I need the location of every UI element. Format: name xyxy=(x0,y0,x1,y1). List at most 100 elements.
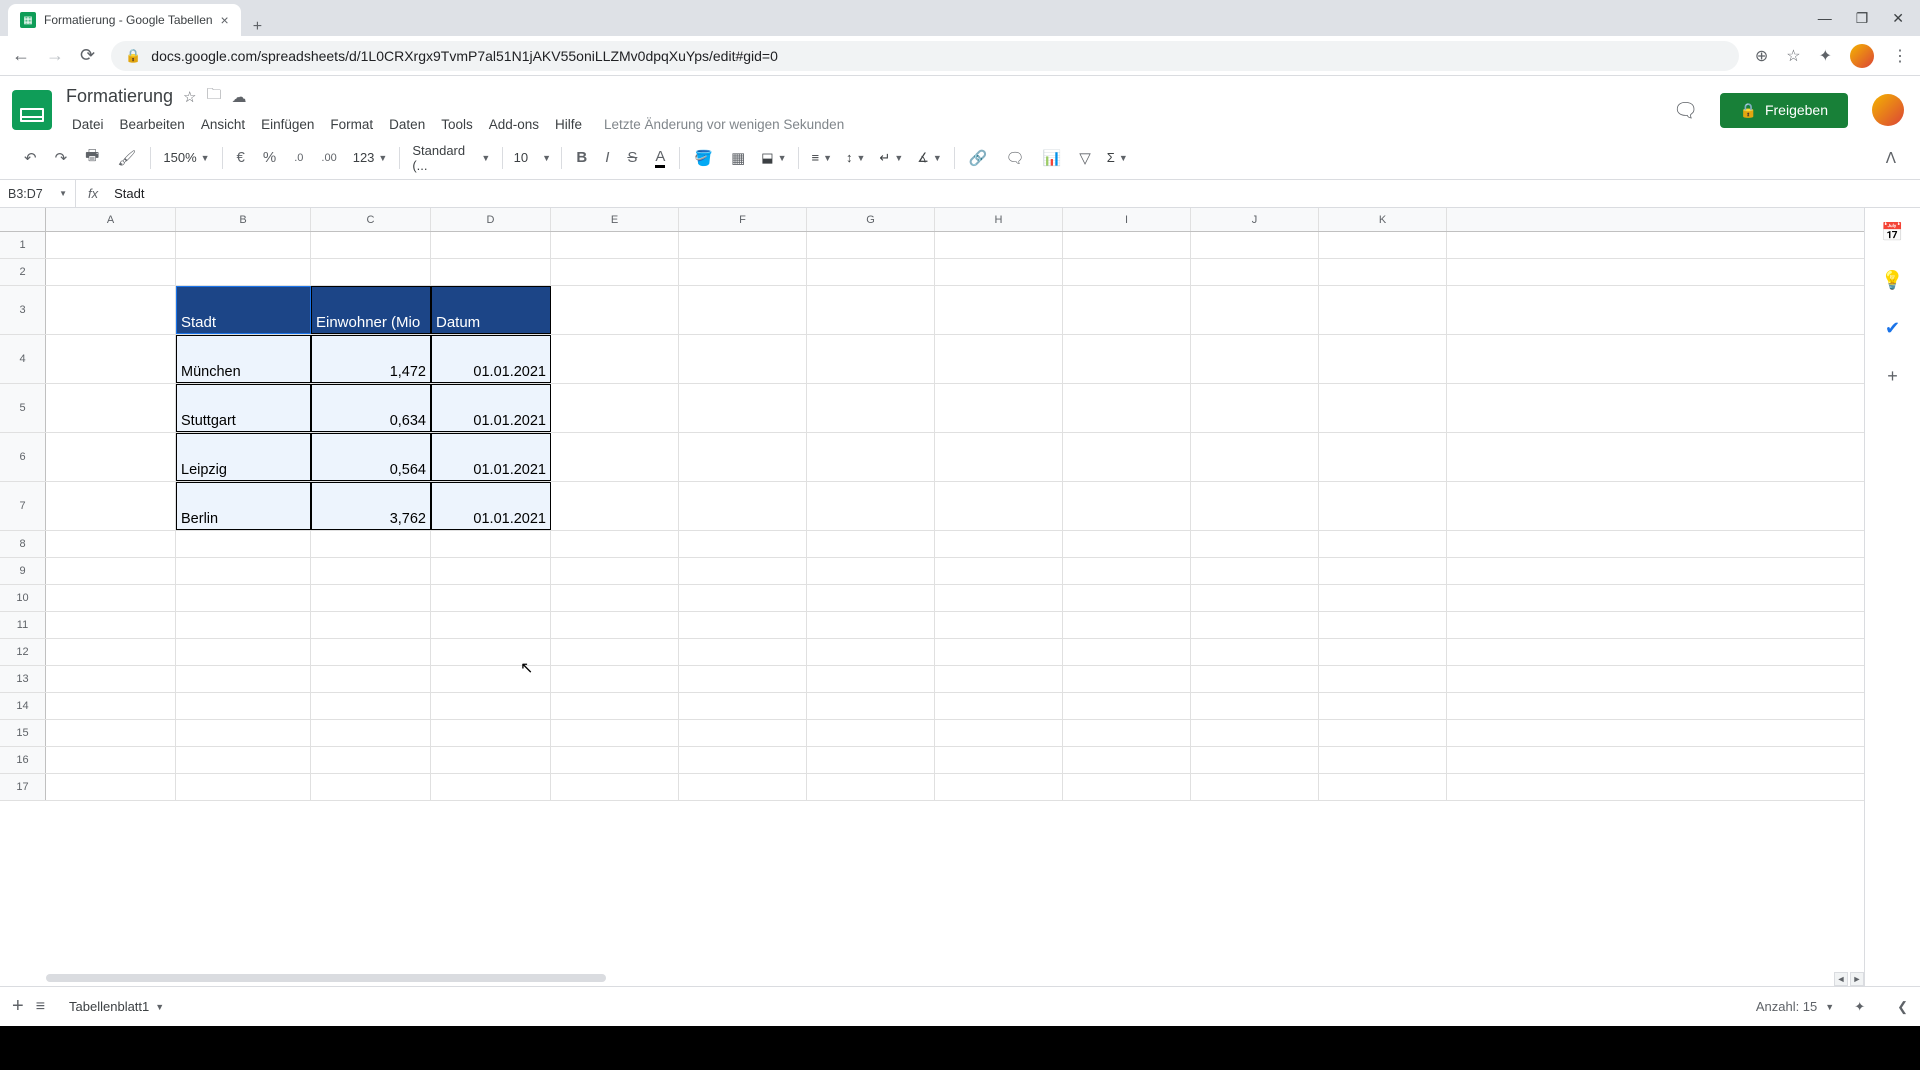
cell-B7[interactable]: Berlin xyxy=(176,482,311,530)
menu-addons[interactable]: Add-ons xyxy=(483,113,545,136)
menu-format[interactable]: Format xyxy=(324,113,379,136)
menu-view[interactable]: Ansicht xyxy=(195,113,251,136)
forward-button[interactable]: → xyxy=(46,45,64,66)
menu-edit[interactable]: Bearbeiten xyxy=(114,113,191,136)
row-header[interactable]: 3 xyxy=(0,286,46,334)
minimize-window-icon[interactable]: — xyxy=(1818,10,1832,27)
print-button[interactable]: 🖶 xyxy=(77,139,107,176)
account-avatar[interactable] xyxy=(1872,94,1904,126)
font-select[interactable]: Standard (...▼ xyxy=(406,139,496,177)
comment-button[interactable]: 🗨 xyxy=(998,143,1033,173)
menu-help[interactable]: Hilfe xyxy=(549,113,588,136)
spreadsheet-grid[interactable]: A B C D E F G H I J K 1 2 3 Stadt Einwoh… xyxy=(0,208,1864,986)
cell-B6[interactable]: Leipzig xyxy=(176,433,311,481)
cell-C4[interactable]: 1,472 xyxy=(311,335,431,383)
col-header-K[interactable]: K xyxy=(1319,208,1447,231)
cell-C6[interactable]: 0,564 xyxy=(311,433,431,481)
row-header[interactable]: 10 xyxy=(0,585,46,611)
rotate-button[interactable]: ∡▼ xyxy=(911,146,948,170)
reload-button[interactable]: ⟳ xyxy=(80,45,95,66)
maximize-window-icon[interactable]: ❐ xyxy=(1856,10,1869,27)
decrease-decimal-button[interactable]: .0 xyxy=(286,146,311,170)
col-header-G[interactable]: G xyxy=(807,208,935,231)
fill-color-button[interactable]: 🪣 xyxy=(686,143,721,173)
font-size-select[interactable]: 10▼ xyxy=(509,146,555,169)
menu-data[interactable]: Daten xyxy=(383,113,431,136)
col-header-C[interactable]: C xyxy=(311,208,431,231)
share-url-icon[interactable]: ☆ xyxy=(1786,46,1800,66)
borders-button[interactable]: ▦ xyxy=(723,143,753,173)
row-header[interactable]: 16 xyxy=(0,747,46,773)
add-sheet-button[interactable]: + xyxy=(12,995,24,1018)
explore-button[interactable]: ✦ xyxy=(1854,999,1865,1015)
col-header-D[interactable]: D xyxy=(431,208,551,231)
zoom-icon[interactable]: ⊕ xyxy=(1755,46,1768,66)
text-color-button[interactable]: A xyxy=(647,142,673,174)
redo-button[interactable]: ↷ xyxy=(47,143,76,173)
col-header-B[interactable]: B xyxy=(176,208,311,231)
row-header[interactable]: 2 xyxy=(0,259,46,285)
col-header-A[interactable]: A xyxy=(46,208,176,231)
italic-button[interactable]: I xyxy=(597,143,617,172)
collapse-toolbar-button[interactable]: ᐱ xyxy=(1878,143,1904,173)
functions-button[interactable]: Σ▼ xyxy=(1101,146,1134,169)
paint-format-button[interactable]: 🖌 xyxy=(109,143,144,173)
cell-B3[interactable]: Stadt xyxy=(176,286,311,334)
menu-file[interactable]: Datei xyxy=(66,113,110,136)
selection-count[interactable]: Anzahl: 15 xyxy=(1756,999,1817,1014)
keep-icon[interactable]: 💡 xyxy=(1881,268,1905,292)
back-button[interactable]: ← xyxy=(12,45,30,66)
cell-C7[interactable]: 3,762 xyxy=(311,482,431,530)
all-sheets-button[interactable]: ≡ xyxy=(36,998,45,1016)
merge-button[interactable]: ⬓▼ xyxy=(755,146,792,170)
add-panel-icon[interactable]: + xyxy=(1881,364,1905,388)
row-header[interactable]: 8 xyxy=(0,531,46,557)
sheet-tab[interactable]: Tabellenblatt1 ▼ xyxy=(57,993,176,1020)
scroll-right-button[interactable]: ► xyxy=(1850,972,1864,986)
cloud-status-icon[interactable]: ☁ xyxy=(232,88,247,106)
cell-D7[interactable]: 01.01.2021 xyxy=(431,482,551,530)
row-header[interactable]: 6 xyxy=(0,433,46,481)
row-header[interactable]: 12 xyxy=(0,639,46,665)
cell-B5[interactable]: Stuttgart xyxy=(176,384,311,432)
comments-button[interactable]: 🗨 xyxy=(1668,92,1704,128)
horizontal-scrollbar[interactable] xyxy=(46,974,1844,984)
formula-bar[interactable]: Stadt xyxy=(110,186,1920,201)
row-header[interactable]: 13 xyxy=(0,666,46,692)
browser-tab[interactable]: ▦ Formatierung - Google Tabellen × xyxy=(8,4,241,36)
bold-button[interactable]: B xyxy=(568,143,595,172)
row-header[interactable]: 5 xyxy=(0,384,46,432)
new-tab-button[interactable]: + xyxy=(241,18,274,36)
percent-button[interactable]: % xyxy=(255,143,284,172)
show-side-panel-button[interactable]: ❮ xyxy=(1897,999,1908,1015)
document-title[interactable]: Formatierung xyxy=(66,86,173,107)
row-header[interactable]: 9 xyxy=(0,558,46,584)
cell-D3[interactable]: Datum xyxy=(431,286,551,334)
col-header-I[interactable]: I xyxy=(1063,208,1191,231)
v-align-button[interactable]: ↕▼ xyxy=(840,146,871,169)
col-header-J[interactable]: J xyxy=(1191,208,1319,231)
row-header[interactable]: 7 xyxy=(0,482,46,530)
row-header[interactable]: 1 xyxy=(0,232,46,258)
row-header[interactable]: 14 xyxy=(0,693,46,719)
chart-button[interactable]: 📊 xyxy=(1035,143,1070,173)
sheet-tab-menu-icon[interactable]: ▼ xyxy=(155,1002,164,1012)
cell-D5[interactable]: 01.01.2021 xyxy=(431,384,551,432)
close-window-icon[interactable]: ✕ xyxy=(1892,10,1904,27)
cell-B4[interactable]: München xyxy=(176,335,311,383)
wrap-button[interactable]: ↵▼ xyxy=(873,146,909,170)
row-header[interactable]: 17 xyxy=(0,774,46,800)
profile-avatar[interactable] xyxy=(1850,44,1874,68)
zoom-select[interactable]: 150%▼ xyxy=(157,146,215,169)
row-header[interactable]: 11 xyxy=(0,612,46,638)
tasks-icon[interactable]: ✔ xyxy=(1881,316,1905,340)
more-formats-button[interactable]: 123▼ xyxy=(347,146,394,169)
address-bar[interactable]: 🔒 docs.google.com/spreadsheets/d/1L0CRXr… xyxy=(111,41,1739,71)
scroll-left-button[interactable]: ◄ xyxy=(1834,972,1848,986)
link-button[interactable]: 🔗 xyxy=(961,143,996,173)
cell-C3[interactable]: Einwohner (Mio xyxy=(311,286,431,334)
sheets-logo[interactable] xyxy=(12,90,52,130)
chrome-menu-icon[interactable]: ⋮ xyxy=(1892,46,1908,66)
h-align-button[interactable]: ≡▼ xyxy=(805,146,838,169)
select-all-corner[interactable] xyxy=(0,208,46,231)
